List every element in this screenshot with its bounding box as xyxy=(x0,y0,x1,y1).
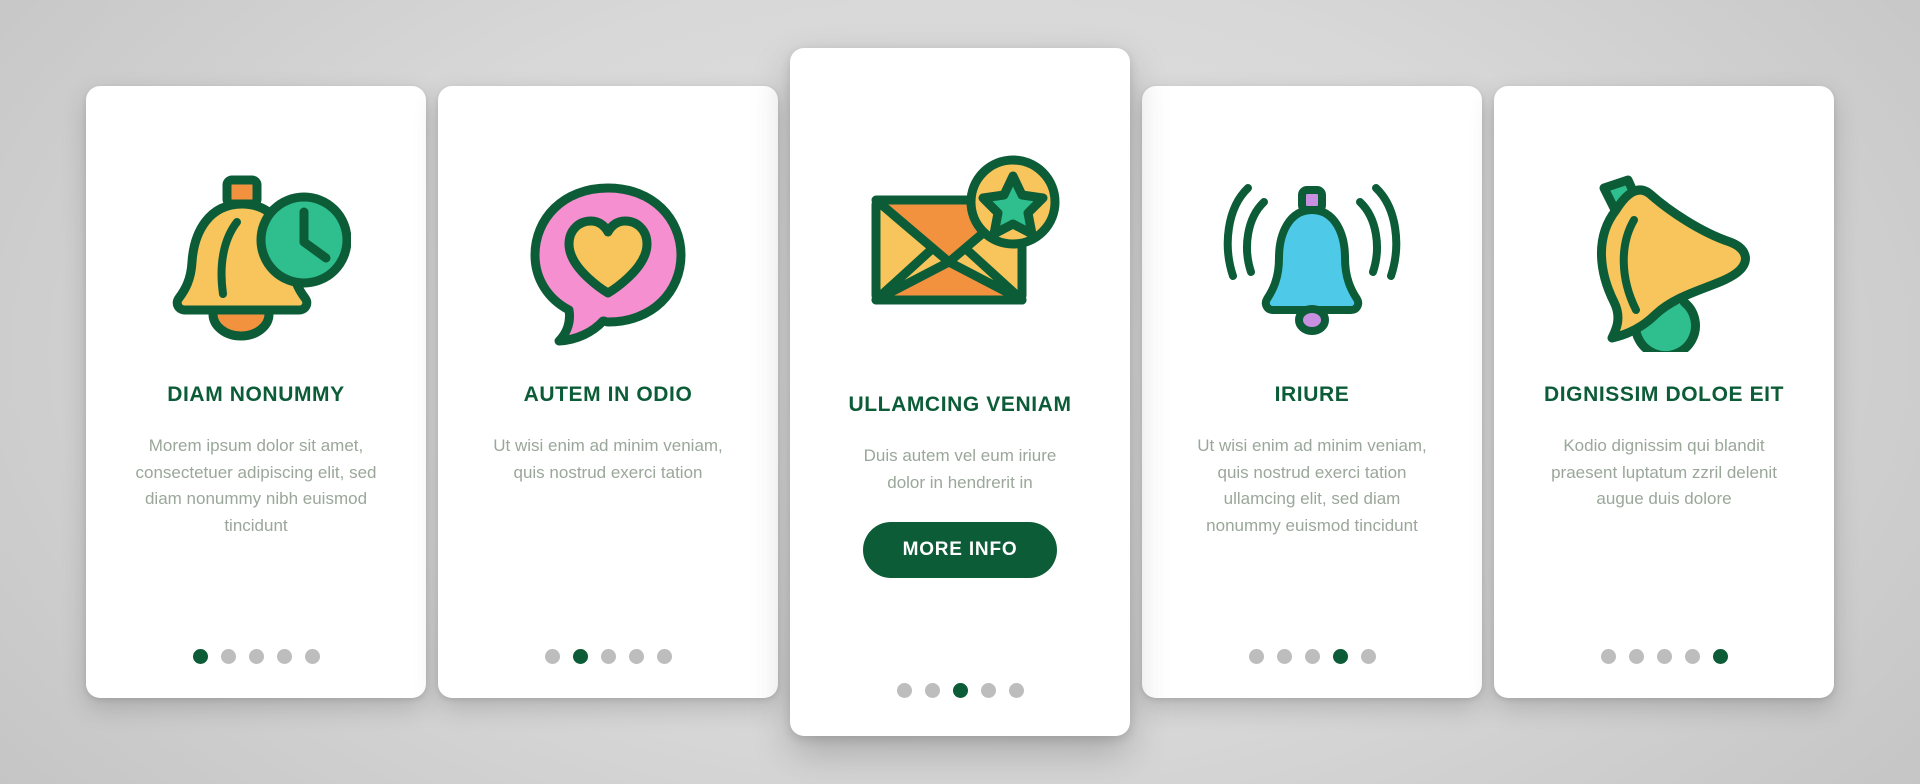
more-info-button[interactable]: MORE INFO xyxy=(862,522,1058,579)
card-body-text: Morem ipsum dolor sit amet, consectetuer… xyxy=(135,436,377,535)
onboarding-card-5[interactable]: DIGNISSIM DOLOE EIT Kodio dignissim qui … xyxy=(1494,86,1834,698)
pagination-dot-3[interactable] xyxy=(1656,649,1672,664)
pagination-dot-4[interactable] xyxy=(1332,649,1348,664)
pagination-dot-2[interactable] xyxy=(572,649,588,664)
bell-clock-icon xyxy=(108,132,404,382)
card-title: DIGNISSIM DOLOE EIT xyxy=(1543,383,1785,406)
card-title: IRIURE xyxy=(1274,383,1350,406)
card-body-text: Ut wisi enim ad minim veniam, quis nostr… xyxy=(493,436,723,482)
pagination-dot-3[interactable] xyxy=(600,649,616,664)
pagination-dot-2[interactable] xyxy=(924,683,940,698)
pagination-dots[interactable] xyxy=(896,683,1024,698)
onboarding-screens-illustration: DIAM NONUMMY Morem ipsum dolor sit amet,… xyxy=(0,0,1920,784)
pagination-dot-1[interactable] xyxy=(544,649,560,664)
card-title: AUTEM IN ODIO xyxy=(523,383,693,406)
onboarding-card-1[interactable]: DIAM NONUMMY Morem ipsum dolor sit amet,… xyxy=(86,86,426,698)
pagination-dot-4[interactable] xyxy=(276,649,292,664)
pagination-dot-5[interactable] xyxy=(1008,683,1024,698)
pagination-dot-3[interactable] xyxy=(952,683,968,698)
pagination-dot-4[interactable] xyxy=(980,683,996,698)
pagination-dot-3[interactable] xyxy=(1304,649,1320,664)
pagination-dot-1[interactable] xyxy=(192,649,208,664)
envelope-star-icon xyxy=(816,102,1104,392)
pagination-dot-5[interactable] xyxy=(304,649,320,664)
pagination-dot-4[interactable] xyxy=(628,649,644,664)
pagination-dot-5[interactable] xyxy=(656,649,672,664)
pagination-dots[interactable] xyxy=(544,649,672,664)
card-body-text: Kodio dignissim qui blandit praesent lup… xyxy=(1551,436,1777,509)
pagination-dot-2[interactable] xyxy=(220,649,236,664)
pagination-dots[interactable] xyxy=(1600,649,1728,664)
pagination-dots[interactable] xyxy=(1248,649,1376,664)
card-carousel: DIAM NONUMMY Morem ipsum dolor sit amet,… xyxy=(0,0,1920,784)
card-title: DIAM NONUMMY xyxy=(167,383,345,406)
pagination-dot-1[interactable] xyxy=(1600,649,1616,664)
pagination-dot-1[interactable] xyxy=(896,683,912,698)
card-body-text: Duis autem vel eum iriure dolor in hendr… xyxy=(863,446,1057,492)
onboarding-card-2[interactable]: AUTEM IN ODIO Ut wisi enim ad minim veni… xyxy=(438,86,778,698)
onboarding-card-3-featured[interactable]: ULLAMCING VENIAM Duis autem vel eum iriu… xyxy=(790,48,1130,736)
card-title: ULLAMCING VENIAM xyxy=(848,393,1072,416)
heart-chat-bubble-icon xyxy=(460,132,756,382)
card-body-text: Ut wisi enim ad minim veniam, quis nostr… xyxy=(1197,436,1427,535)
pagination-dot-2[interactable] xyxy=(1628,649,1644,664)
onboarding-card-4[interactable]: IRIURE Ut wisi enim ad minim veniam, qui… xyxy=(1142,86,1482,698)
pagination-dots[interactable] xyxy=(192,649,320,664)
tilted-bell-icon xyxy=(1516,132,1812,382)
pagination-dot-3[interactable] xyxy=(248,649,264,664)
pagination-dot-1[interactable] xyxy=(1248,649,1264,664)
pagination-dot-5[interactable] xyxy=(1712,649,1728,664)
pagination-dot-4[interactable] xyxy=(1684,649,1700,664)
ringing-bell-icon xyxy=(1164,132,1460,382)
pagination-dot-2[interactable] xyxy=(1276,649,1292,664)
pagination-dot-5[interactable] xyxy=(1360,649,1376,664)
